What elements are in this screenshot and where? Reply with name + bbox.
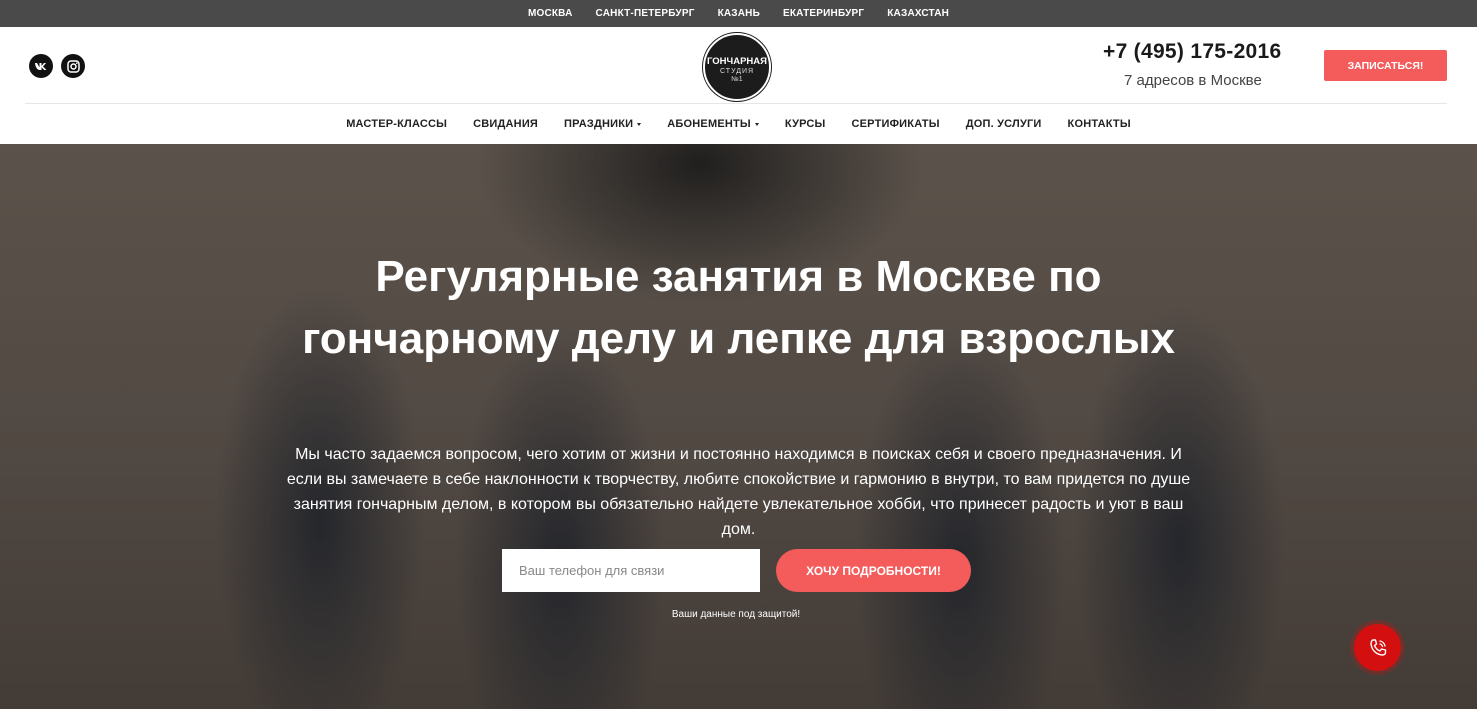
hero-description: Мы часто задаемся вопросом, чего хотим о… [286,446,1191,538]
logo-line-3: №1 [731,75,743,83]
logo-line-1: ГОНЧАРНАЯ [707,55,767,67]
city-link-moscow[interactable]: МОСКВА [528,8,573,19]
phone-call-icon [1369,638,1386,656]
nav-item-label: АБОНЕМЕНТЫ [667,118,751,130]
nav-item-contacts[interactable]: КОНТАКТЫ [1068,118,1131,130]
nav-item-label: КОНТАКТЫ [1067,118,1131,130]
nav-item-label: ДОП. УСЛУГИ [965,118,1042,130]
vk-icon[interactable] [29,54,53,78]
site-header: ГОНЧАРНАЯ СТУДИЯ №1 +7 (495) 175-2016 7 … [0,27,1477,144]
callback-button[interactable] [1354,624,1401,671]
hero-background-photo [0,144,1477,709]
caret-down-icon [637,122,642,126]
city-link-ekaterinburg[interactable]: ЕКАТЕРИНБУРГ [783,8,864,19]
city-link-kazakhstan[interactable]: КАЗАХСТАН [887,8,949,19]
hero-title: Регулярные занятия в Москве по гончарном… [302,252,1175,363]
nav-item-label: СЕРТИФИКАТЫ [851,118,940,130]
header-phone[interactable]: +7 (495) 175-2016 [1103,40,1281,64]
signup-button[interactable]: ЗАПИСАТЬСЯ! [1324,50,1447,81]
social-links [29,54,85,78]
main-nav: МАСТЕР-КЛАССЫ СВИДАНИЯ ПРАЗДНИКИ АБОНЕМЕ… [0,104,1477,144]
logo-line-2: СТУДИЯ [719,67,755,75]
phone-input[interactable] [502,549,760,592]
city-bar: МОСКВА САНКТ-ПЕТЕРБУРГ КАЗАНЬ ЕКАТЕРИНБУ… [0,0,1477,27]
nav-item-certificates[interactable]: СЕРТИФИКАТЫ [852,118,940,130]
nav-item-courses[interactable]: КУРСЫ [785,118,826,130]
city-link-kazan[interactable]: КАЗАНЬ [718,8,760,19]
instagram-icon[interactable] [61,54,85,78]
hero-section: Регулярные занятия в Москве по гончарном… [0,144,1477,709]
privacy-note: Ваши данные под защитой! [671,609,801,620]
nav-item-label: ПРАЗДНИКИ [564,118,634,130]
more-info-button[interactable]: ХОЧУ ПОДРОБНОСТИ! [776,549,971,592]
caret-down-icon [754,122,759,126]
nav-item-label: МАСТЕР-КЛАССЫ [346,118,448,130]
nav-item-label: СВИДАНИЯ [473,118,539,130]
nav-item-dates[interactable]: СВИДАНИЯ [473,118,538,130]
nav-item-label: КУРСЫ [784,118,826,130]
nav-item-holidays[interactable]: ПРАЗДНИКИ [564,118,642,130]
city-link-spb[interactable]: САНКТ-ПЕТЕРБУРГ [596,8,695,19]
nav-item-subscriptions[interactable]: АБОНЕМЕНТЫ [667,118,759,130]
studio-logo[interactable]: ГОНЧАРНАЯ СТУДИЯ №1 [703,33,771,101]
nav-item-master-classes[interactable]: МАСТЕР-КЛАССЫ [346,118,447,130]
nav-item-extra-services[interactable]: ДОП. УСЛУГИ [966,118,1042,130]
header-addresses: 7 адресов в Москве [1124,72,1262,89]
